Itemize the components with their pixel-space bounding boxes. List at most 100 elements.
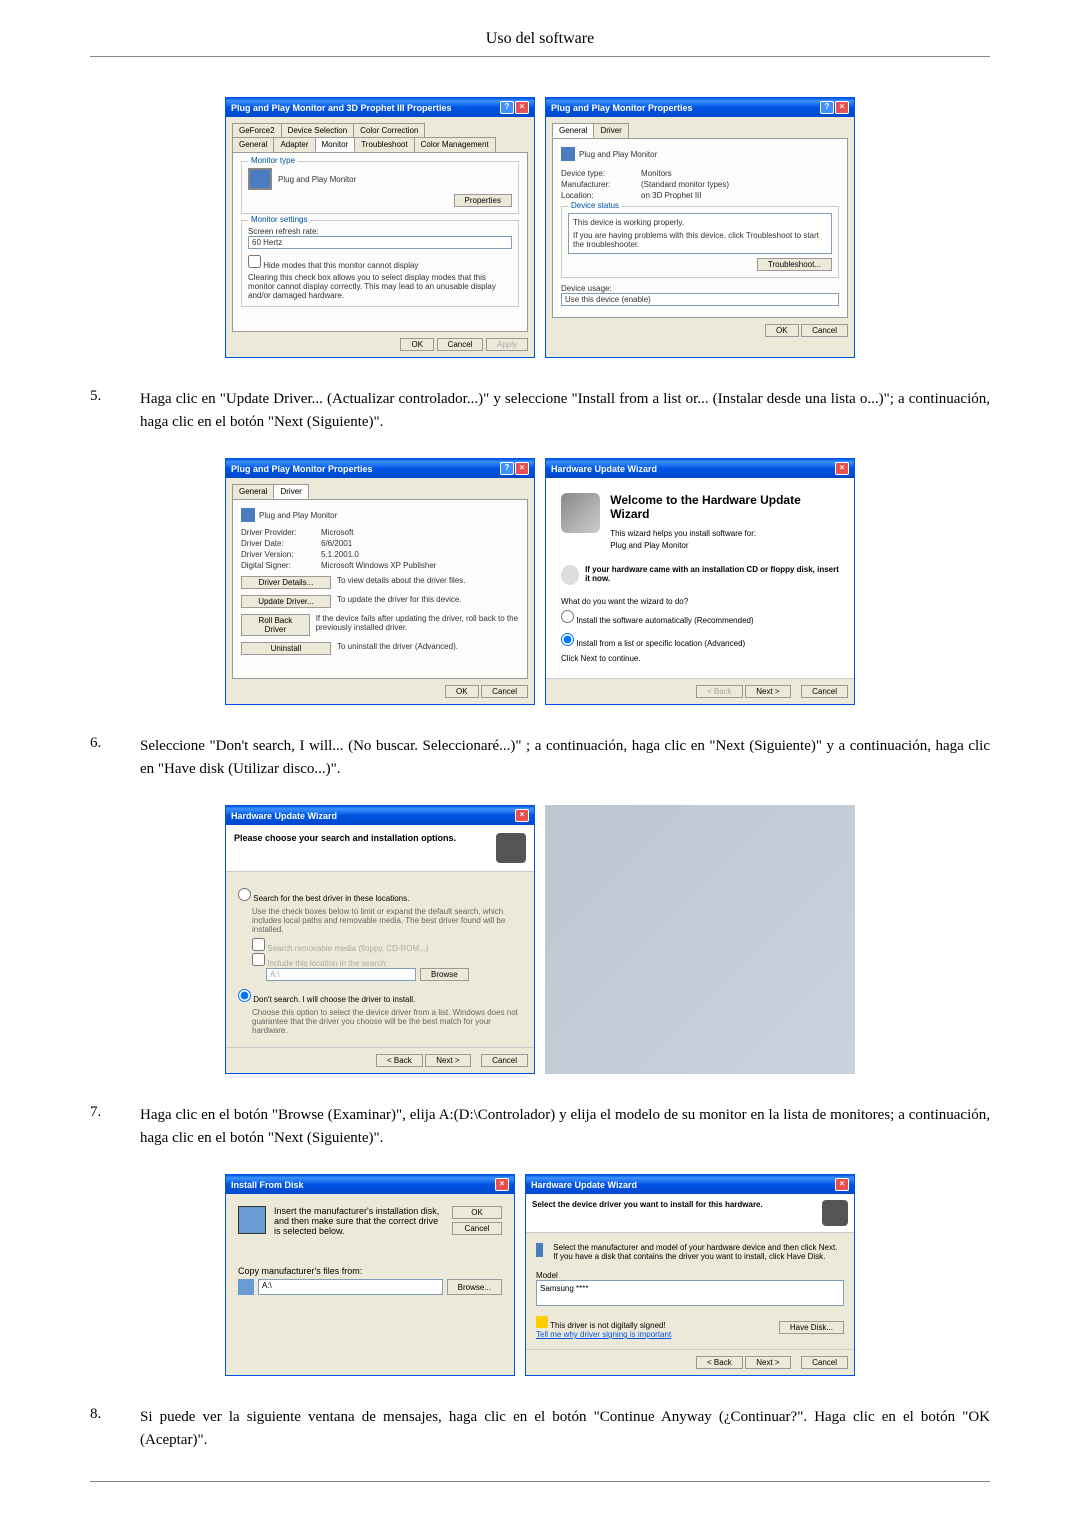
ok-button[interactable]: OK [445,685,479,698]
search-options-wizard: Hardware Update Wizard × Please choose y… [225,805,535,1074]
provider: Microsoft [321,528,353,537]
help-icon[interactable]: ? [500,462,514,475]
close-icon[interactable]: × [835,1178,849,1191]
hardware-update-wizard: Hardware Update Wizard × Welcome to the … [545,458,855,705]
back-button[interactable]: < Back [696,1356,743,1369]
step-number: 5. [90,388,140,433]
ok-button[interactable]: OK [452,1206,502,1219]
wizard-heading: Please choose your search and installati… [234,833,456,863]
close-icon[interactable]: × [495,1178,509,1191]
cancel-button[interactable]: Cancel [801,685,848,698]
tab-general[interactable]: General [552,123,594,138]
refresh-rate-select[interactable]: 60 Hertz [248,236,512,249]
troubleshoot-button[interactable]: Troubleshoot... [757,258,832,271]
properties-button[interactable]: Properties [454,194,512,207]
device-type-label: Device type: [561,169,641,178]
device-status-label: Device status [568,201,622,210]
details-help: To view details about the driver files. [337,576,466,589]
tab-geforce[interactable]: GeForce2 [232,123,282,137]
tab-color-mgmt[interactable]: Color Management [414,137,496,152]
hide-modes-label: Hide modes that this monitor cannot disp… [263,261,418,270]
help-icon[interactable]: ? [500,101,514,114]
dialog-title: Install From Disk [231,1180,304,1190]
warning-icon [536,1316,548,1328]
update-driver-button[interactable]: Update Driver... [241,595,331,608]
check-removable[interactable] [252,938,265,951]
radio-dont-search[interactable] [238,989,251,1002]
instruction-7: 7. Haga clic en el botón "Browse (Examin… [90,1104,990,1149]
cancel-button[interactable]: Cancel [481,1054,528,1067]
signer-label: Digital Signer: [241,561,321,570]
ok-button[interactable]: OK [765,324,799,337]
uninstall-help: To uninstall the driver (Advanced). [337,642,458,655]
check-location[interactable] [252,953,265,966]
tab-driver[interactable]: Driver [273,484,308,499]
titlebar: Plug and Play Monitor and 3D Prophet III… [226,98,534,117]
close-icon[interactable]: × [515,101,529,114]
select-driver-wizard: Hardware Update Wizard × Select the devi… [525,1174,855,1376]
cd-hint: If your hardware came with an installati… [585,565,839,585]
next-button[interactable]: Next > [745,685,790,698]
wizard-helps: This wizard helps you install software f… [610,529,839,538]
next-button[interactable]: Next > [425,1054,470,1067]
provider-label: Driver Provider: [241,528,321,537]
uninstall-button[interactable]: Uninstall [241,642,331,655]
tab-monitor[interactable]: Monitor [315,137,356,152]
ok-button[interactable]: OK [400,338,434,351]
details-button[interactable]: Driver Details... [241,576,331,589]
signer: Microsoft Windows XP Publisher [321,561,436,570]
tab-general[interactable]: General [232,484,274,499]
tell-me-link[interactable]: Tell me why driver signing is important [536,1330,671,1339]
version: 5.1.2001.0 [321,550,359,559]
cd-icon [561,565,579,585]
monitor-icon [248,168,272,190]
have-disk-button[interactable]: Have Disk... [779,1321,844,1334]
wizard-continue: Click Next to continue. [561,654,839,663]
dialog-title: Plug and Play Monitor Properties [551,103,693,113]
close-icon[interactable]: × [835,462,849,475]
opt-auto: Install the software automatically (Reco… [576,616,753,625]
back-button[interactable]: < Back [376,1054,423,1067]
titlebar: Plug and Play Monitor Properties ? × [226,459,534,478]
close-icon[interactable]: × [515,809,529,822]
check2-label: Include this location in the search: [267,959,388,968]
back-button[interactable]: < Back [696,685,743,698]
instruction-6: 6. Seleccione "Don't search, I will... (… [90,735,990,780]
check1-label: Search removable media (floppy, CD-ROM..… [267,944,428,953]
cancel-button[interactable]: Cancel [481,685,528,698]
opt-search-help: Use the check boxes below to limit or ex… [252,907,522,934]
radio-list[interactable] [561,633,574,646]
cancel-button[interactable]: Cancel [801,324,848,337]
radio-search[interactable] [238,888,251,901]
help-icon[interactable]: ? [820,101,834,114]
instruction-8: 8. Si puede ver la siguiente ventana de … [90,1406,990,1451]
model-list[interactable]: Samsung **** [536,1280,844,1306]
path-select[interactable]: A:\ [258,1279,443,1295]
hide-modes-checkbox[interactable] [248,255,261,268]
close-icon[interactable]: × [835,101,849,114]
next-button[interactable]: Next > [745,1356,790,1369]
path-select[interactable]: A:\ [266,968,416,981]
tab-general[interactable]: General [232,137,274,152]
apply-button[interactable]: Apply [486,338,528,351]
tab-color-correction[interactable]: Color Correction [353,123,425,137]
cancel-button[interactable]: Cancel [801,1356,848,1369]
page-footer [90,1481,990,1491]
step-number: 8. [90,1406,140,1451]
browse-button[interactable]: Browse [420,968,469,981]
tab-adapter[interactable]: Adapter [273,137,315,152]
close-icon[interactable]: × [515,462,529,475]
manufacturer-label: Manufacturer: [561,180,641,189]
radio-auto[interactable] [561,610,574,623]
rollback-button[interactable]: Roll Back Driver [241,614,310,636]
wizard-icon [822,1200,848,1226]
browse-button[interactable]: Browse... [447,1279,502,1295]
monitor-icon [241,508,255,522]
page-header: Uso del software [90,30,990,57]
cancel-button[interactable]: Cancel [437,338,484,351]
device-usage-select[interactable]: Use this device (enable) [561,293,839,306]
tab-device-selection[interactable]: Device Selection [281,123,355,137]
tab-troubleshoot[interactable]: Troubleshoot [354,137,414,152]
tab-driver[interactable]: Driver [593,123,628,138]
cancel-button[interactable]: Cancel [452,1222,502,1235]
